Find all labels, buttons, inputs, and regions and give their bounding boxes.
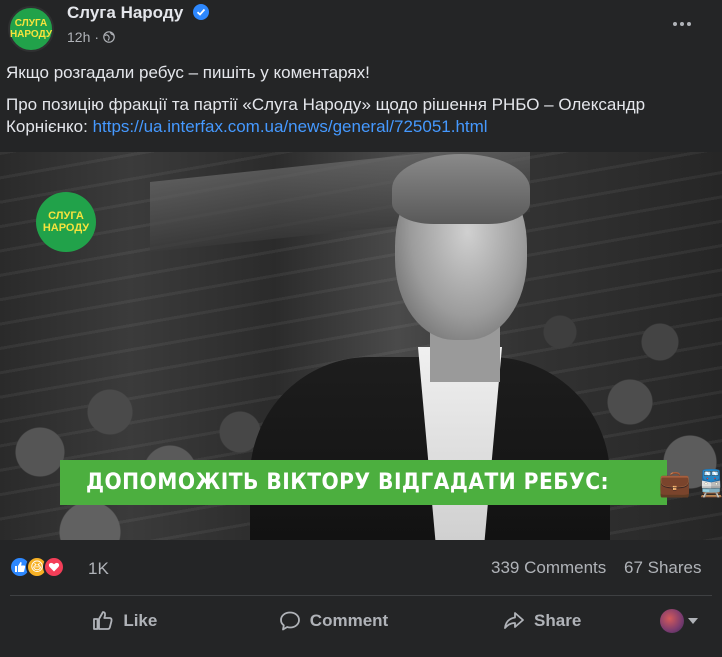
image-party-logo: СЛУГА НАРОДУ bbox=[36, 192, 96, 252]
reaction-icons[interactable]: 😆 bbox=[9, 556, 65, 578]
like-label: Like bbox=[123, 611, 158, 630]
post-text-line1: Якщо розгадали ребус – пишіть у коментар… bbox=[6, 63, 370, 82]
action-bar: Like Comment Share bbox=[10, 596, 712, 646]
avatar-text-line1: СЛУГА bbox=[14, 18, 48, 29]
like-icon bbox=[93, 611, 113, 630]
article-link[interactable]: https://ua.interfax.com.ua/news/general/… bbox=[93, 117, 488, 136]
chevron-down-icon bbox=[688, 618, 699, 624]
globe-icon[interactable] bbox=[103, 31, 115, 43]
page-avatar[interactable]: СЛУГА НАРОДУ bbox=[8, 6, 54, 52]
rebus-banner: ДОПОМОЖІТЬ ВІКТОРУ ВІДГАДАТИ РЕБУС: 💼 🚆 … bbox=[60, 460, 722, 505]
avatar-text-line2: НАРОДУ bbox=[9, 29, 53, 40]
comment-icon bbox=[279, 611, 300, 631]
train-icon: 🚆 bbox=[694, 467, 722, 498]
banner-text: ДОПОМОЖІТЬ ВІКТОРУ ВІДГАДАТИ РЕБУС: bbox=[86, 470, 610, 495]
verified-badge-icon bbox=[193, 4, 209, 20]
share-icon bbox=[504, 612, 524, 629]
like-button[interactable]: Like bbox=[20, 596, 229, 646]
more-options-button[interactable] bbox=[664, 10, 700, 38]
post-image[interactable]: СЛУГА НАРОДУ ДОПОМОЖІТЬ ВІКТОРУ ВІДГАДАТ… bbox=[0, 152, 722, 540]
user-avatar bbox=[660, 609, 685, 633]
dot bbox=[687, 22, 691, 26]
post-timestamp[interactable]: 12h bbox=[67, 29, 90, 45]
share-button[interactable]: Share bbox=[437, 596, 646, 646]
post-text: Якщо розгадали ребус – пишіть у коментар… bbox=[6, 62, 712, 148]
comment-button[interactable]: Comment bbox=[229, 596, 438, 646]
shares-count[interactable]: 67 Shares bbox=[624, 558, 702, 578]
dot bbox=[673, 22, 677, 26]
reaction-count[interactable]: 1K bbox=[88, 559, 109, 579]
post-stats: 😆 1K 339 Comments 67 Shares bbox=[0, 540, 722, 595]
comments-count[interactable]: 339 Comments bbox=[491, 558, 606, 578]
person-hair bbox=[392, 154, 530, 224]
page-name[interactable]: Слуга Народу bbox=[67, 3, 183, 23]
post-text-line2: Про позицію фракції та партії «Слуга Нар… bbox=[6, 94, 712, 138]
post-meta: 12h · bbox=[67, 29, 115, 45]
logo-line1: СЛУГА bbox=[48, 210, 84, 222]
post-header: СЛУГА НАРОДУ Слуга Народу 12h · bbox=[0, 0, 722, 56]
logo-line2: НАРОДУ bbox=[42, 222, 90, 234]
banner-icons: 💼 🚆 ... bbox=[659, 470, 722, 496]
comment-label: Comment bbox=[309, 611, 389, 630]
share-label: Share bbox=[534, 611, 582, 630]
react-as-selector[interactable] bbox=[646, 596, 712, 646]
meta-separator: · bbox=[94, 29, 100, 45]
love-reaction-icon bbox=[43, 556, 65, 578]
dot bbox=[680, 22, 684, 26]
briefcase-icon: 💼 bbox=[658, 467, 691, 498]
